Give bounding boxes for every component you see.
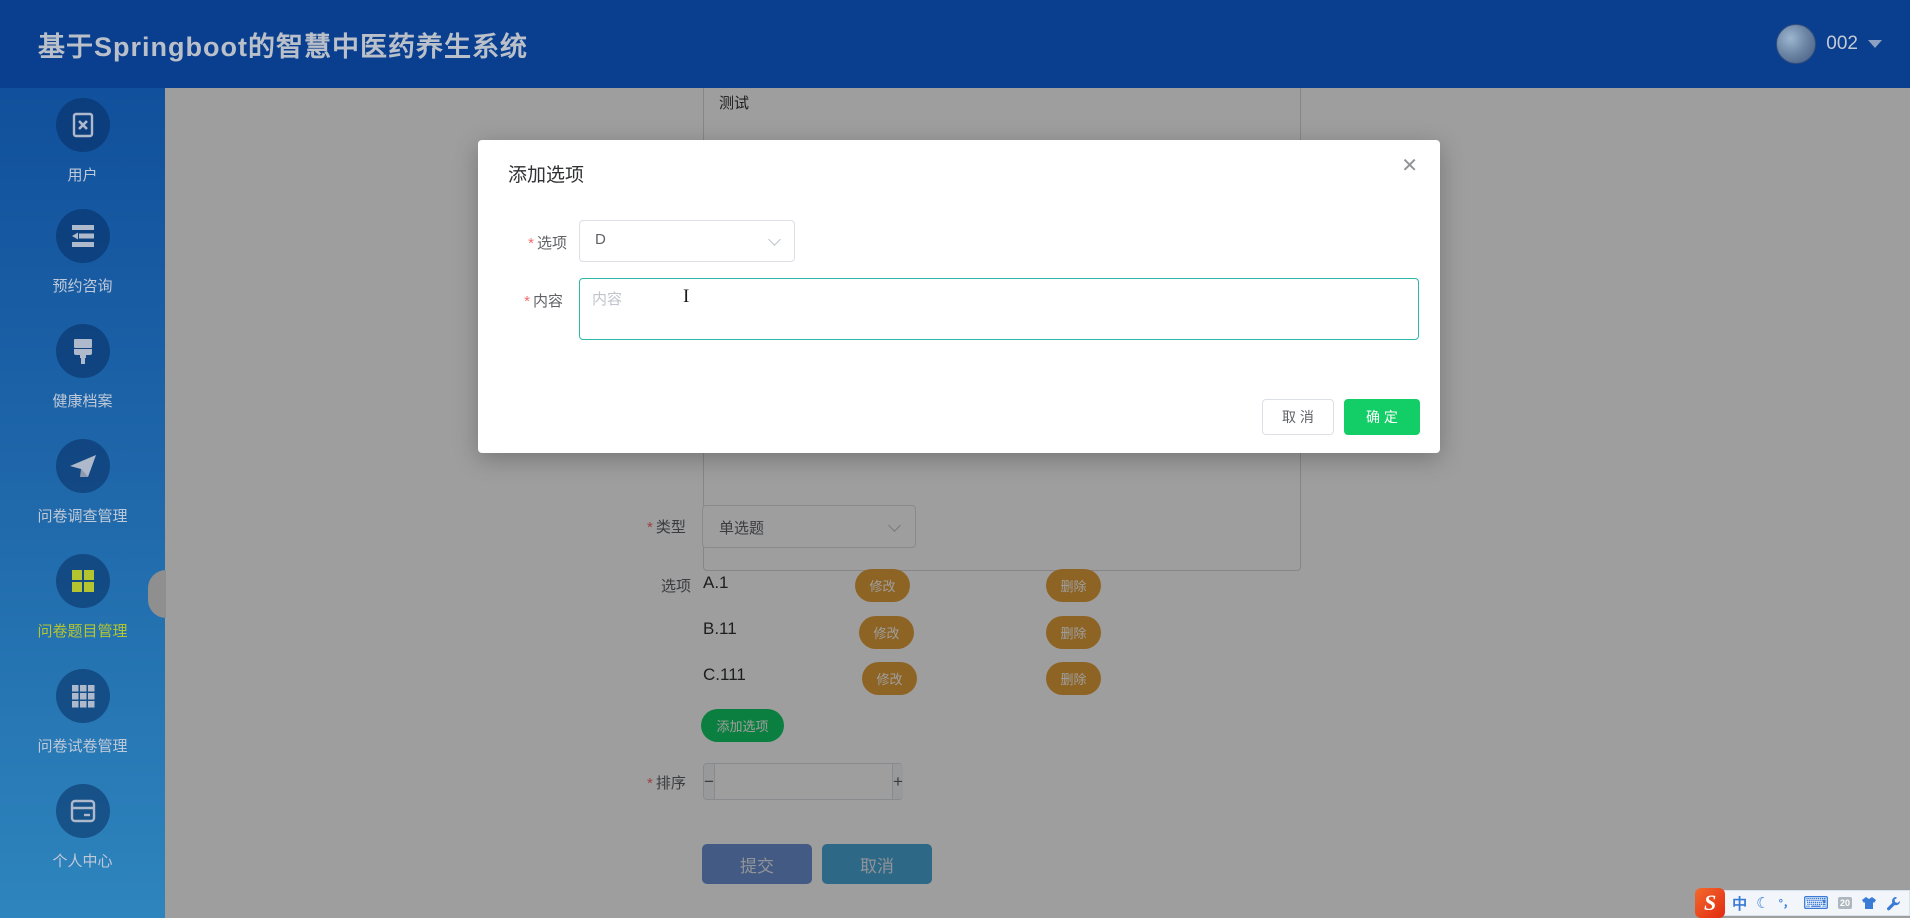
caret-down-icon bbox=[1868, 40, 1882, 48]
consult-list-icon bbox=[69, 223, 97, 249]
dialog-content-label: * 内容 bbox=[524, 293, 563, 310]
add-option-dialog: 添加选项 ✕ * 选项 D * 内容 内容 I 取 消 确 定 bbox=[478, 140, 1440, 453]
sidebar-item-appointment-consult[interactable]: 预约咨询 bbox=[0, 209, 165, 296]
dialog-cancel-button[interactable]: 取 消 bbox=[1262, 399, 1334, 435]
sogou-logo-icon[interactable]: S bbox=[1695, 888, 1726, 918]
dialog-option-select-value: D bbox=[595, 231, 606, 248]
ime-moon-icon[interactable]: ☾ bbox=[1756, 894, 1769, 912]
sidebar-item-label: 预约咨询 bbox=[52, 278, 113, 295]
sidebar-item-users[interactable]: 用户 bbox=[0, 98, 165, 185]
app-root: 测试 * 类型 单选题 选项 A.1 修改 删除 B.11 修改 删除 C.111… bbox=[0, 0, 1910, 918]
sidebar-item-question-management[interactable]: 问卷题目管理 bbox=[0, 554, 165, 641]
sidebar-item-label: 个人中心 bbox=[52, 853, 113, 870]
dialog-option-select[interactable]: D bbox=[579, 220, 795, 262]
ime-status-badge[interactable]: 20 bbox=[1837, 897, 1852, 909]
dialog-content-textarea[interactable]: 内容 I bbox=[579, 278, 1419, 340]
sidebar-item-health-records[interactable]: 健康档案 bbox=[0, 324, 165, 411]
dialog-title: 添加选项 bbox=[508, 165, 585, 186]
sidebar-item-personal-center[interactable]: 个人中心 bbox=[0, 784, 165, 871]
dialog-content-placeholder: 内容 bbox=[592, 291, 623, 308]
dialog-option-label: * 选项 bbox=[528, 235, 567, 252]
ime-mode-chinese[interactable]: 中 bbox=[1732, 893, 1747, 914]
ime-toolbar: S 中 ☾ °， ⌨ 20 bbox=[1695, 888, 1910, 918]
health-brush-icon bbox=[70, 337, 96, 365]
user-card-icon bbox=[70, 112, 96, 138]
sidebar-item-label: 用户 bbox=[67, 167, 98, 184]
user-menu[interactable]: 002 bbox=[1776, 0, 1882, 88]
app-header: 基于Springboot的智慧中医药养生系统 002 bbox=[0, 0, 1910, 88]
sidebar-item-label: 问卷调查管理 bbox=[37, 508, 128, 525]
dialog-confirm-button[interactable]: 确 定 bbox=[1344, 399, 1420, 435]
sidebar-nav: 用户 预约咨询 健康档案 问卷调查管理 问卷题目管理 问卷试卷管理 个人中心 bbox=[0, 88, 165, 918]
profile-card-icon bbox=[69, 798, 97, 824]
sidebar-item-survey-management[interactable]: 问卷调查管理 bbox=[0, 439, 165, 526]
ime-skin-tshirt-icon[interactable] bbox=[1861, 896, 1877, 910]
sidebar-item-label: 健康档案 bbox=[52, 393, 113, 410]
ime-punctuation-icon[interactable]: °， bbox=[1779, 895, 1794, 911]
ime-wrench-icon[interactable] bbox=[1886, 896, 1901, 911]
question-grid-icon bbox=[70, 568, 96, 594]
sidebar-item-label: 问卷试卷管理 bbox=[37, 738, 128, 755]
chevron-down-icon bbox=[768, 233, 781, 246]
survey-plane-icon bbox=[68, 452, 98, 480]
sidebar-item-paper-management[interactable]: 问卷试卷管理 bbox=[0, 669, 165, 756]
sidebar-active-notch bbox=[148, 570, 166, 618]
app-title: 基于Springboot的智慧中医药养生系统 bbox=[38, 31, 528, 62]
text-cursor-icon: I bbox=[683, 286, 690, 307]
ime-keyboard-icon[interactable]: ⌨ bbox=[1803, 893, 1829, 914]
sidebar-item-label: 问卷题目管理 bbox=[37, 623, 128, 640]
avatar[interactable] bbox=[1776, 24, 1817, 64]
username: 002 bbox=[1826, 33, 1858, 54]
paper-grid-icon bbox=[70, 683, 96, 709]
close-icon[interactable]: ✕ bbox=[1401, 156, 1418, 176]
